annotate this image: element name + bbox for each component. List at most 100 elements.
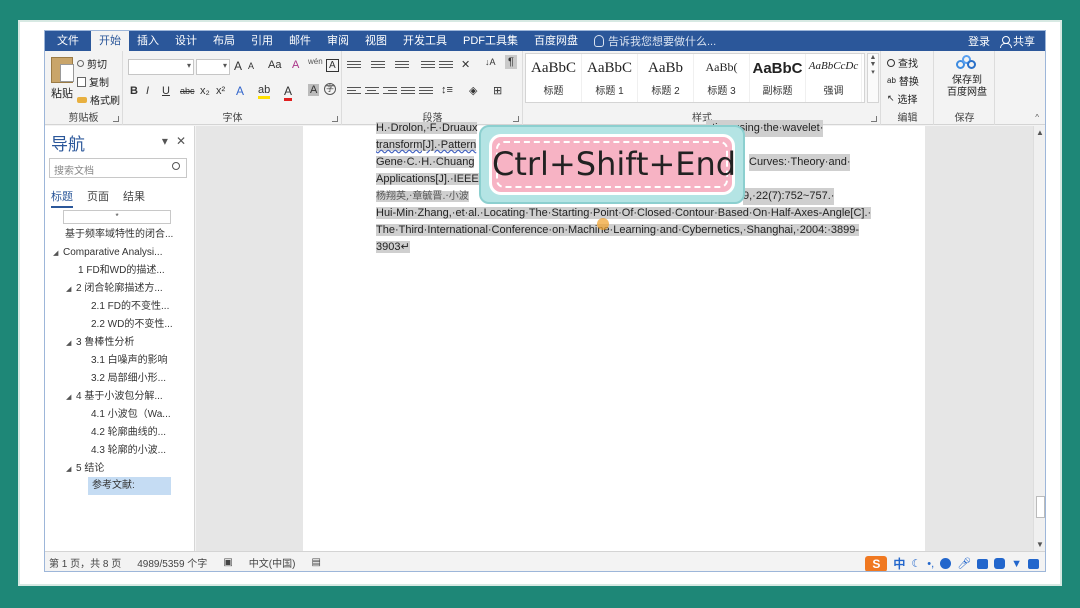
style-heading-3[interactable]: AaBb( 标题 3 <box>694 54 750 102</box>
page-count[interactable]: 第 1 页，共 8 页 <box>45 555 133 570</box>
style-emphasis[interactable]: AaBbCcDc 强调 <box>806 54 862 102</box>
keyboard-icon[interactable] <box>977 558 989 569</box>
collapse-arrow-icon[interactable]: ◢ <box>66 335 76 353</box>
paste-button[interactable]: 粘贴 <box>49 55 75 103</box>
style-subtitle[interactable]: AaBbC 副标题 <box>750 54 806 102</box>
sogou-logo-icon[interactable]: S <box>865 555 888 571</box>
scroll-up-icon[interactable]: ▲ <box>1036 128 1044 137</box>
numbering-icon[interactable] <box>371 59 385 71</box>
find-button[interactable]: 查找 <box>887 55 918 70</box>
distribute-icon[interactable] <box>419 85 433 97</box>
nav-heading[interactable]: 2.2 WD的不变性... <box>91 316 173 334</box>
select-button[interactable]: ↖ 选择 <box>887 91 918 106</box>
line-spacing-icon[interactable]: ↕≡ <box>441 84 453 96</box>
clear-format-button[interactable]: A <box>292 59 299 71</box>
nav-heading[interactable]: 3.2 局部细小形... <box>91 370 166 388</box>
tab-design[interactable]: 设计 <box>167 31 205 51</box>
cut-button[interactable]: 剪切 <box>77 56 107 71</box>
change-case-button[interactable]: Aa <box>268 59 281 71</box>
replace-button[interactable]: ab 替换 <box>887 73 919 88</box>
nav-options-icon[interactable]: ▾ <box>162 134 168 148</box>
tab-mailings[interactable]: 邮件 <box>281 31 319 51</box>
login-link[interactable]: 登录 <box>968 33 990 49</box>
nav-heading[interactable]: 4.2 轮廓曲线的... <box>91 424 166 442</box>
scroll-thumb[interactable] <box>1036 496 1045 518</box>
copy-button[interactable]: 复制 <box>77 74 109 89</box>
tell-me-box[interactable]: 告诉我您想要做什么... <box>586 33 716 49</box>
skin-icon[interactable]: ▼ <box>1011 558 1022 570</box>
vertical-scrollbar[interactable]: ▲ ▼ <box>1033 126 1045 551</box>
strikethrough-button[interactable]: abc <box>180 86 195 96</box>
nav-heading[interactable]: 4.3 轮廓的小波... <box>91 442 166 460</box>
punctuation-icon[interactable]: •, <box>927 558 934 570</box>
bold-button[interactable]: B <box>130 85 138 97</box>
language-status[interactable]: 中文(中国) <box>245 555 308 570</box>
italic-button[interactable]: I <box>146 85 149 97</box>
grid-menu-icon[interactable] <box>1028 558 1039 569</box>
enclose-char-icon[interactable]: 字 <box>324 83 336 95</box>
shading-icon[interactable]: ◈ <box>469 84 477 97</box>
tab-home[interactable]: 开始 <box>91 31 129 51</box>
style-heading-2[interactable]: AaBb 标题 2 <box>638 54 694 102</box>
tab-insert[interactable]: 插入 <box>129 31 167 51</box>
nav-tab-pages[interactable]: 页面 <box>87 188 109 208</box>
tab-baidu-netdisk[interactable]: 百度网盘 <box>526 31 586 51</box>
nav-heading[interactable]: ◢ 5 结论 <box>66 460 104 478</box>
align-left-icon[interactable] <box>347 85 361 97</box>
nav-heading[interactable]: ◢ 2 闭合轮廓描述方... <box>66 280 163 298</box>
tab-layout[interactable]: 布局 <box>205 31 243 51</box>
char-shading-icon[interactable]: A <box>308 84 320 96</box>
subscript-button[interactable]: x₂ <box>200 85 210 97</box>
paragraph-launcher-icon[interactable] <box>513 116 519 122</box>
format-painter-button[interactable]: 格式刷 <box>77 92 120 107</box>
increase-indent-icon[interactable] <box>439 59 453 71</box>
word-count[interactable]: 4989/5359 个字 <box>133 555 219 570</box>
styles-scroll-icon[interactable]: ▲ ▼ ▾ <box>867 53 879 103</box>
nav-tab-results[interactable]: 结果 <box>123 188 145 208</box>
tab-developer[interactable]: 开发工具 <box>395 31 455 51</box>
tab-review[interactable]: 审阅 <box>319 31 357 51</box>
style-heading-1[interactable]: AaBbC 标题 1 <box>582 54 638 102</box>
multilevel-list-icon[interactable] <box>395 59 409 71</box>
collapse-ribbon-icon[interactable]: ^ <box>1035 113 1039 122</box>
grow-font-button[interactable]: A <box>234 59 242 73</box>
emoji-icon[interactable] <box>940 558 952 569</box>
close-icon[interactable]: ✕ <box>176 134 186 148</box>
nav-heading[interactable]: ◢ 3 鲁棒性分析 <box>66 334 134 352</box>
tab-file[interactable]: 文件 <box>45 31 91 51</box>
nav-heading[interactable]: ◢ Comparative Analysi... <box>53 244 163 262</box>
style-title[interactable]: AaBbC 标题 <box>526 54 582 102</box>
clipboard-launcher-icon[interactable] <box>113 116 119 122</box>
nav-heading[interactable]: 2.1 FD的不变性... <box>91 298 169 316</box>
nav-heading[interactable]: 1 FD和WD的描述... <box>78 262 165 280</box>
shrink-font-button[interactable]: A <box>248 61 254 71</box>
macro-record-icon[interactable]: ▤ <box>307 557 332 568</box>
font-launcher-icon[interactable] <box>332 116 338 122</box>
nav-heading[interactable]: 3.1 白噪声的影响 <box>91 352 168 370</box>
nav-heading-selected[interactable]: 参考文献: <box>88 477 171 495</box>
share-button[interactable]: 共享 <box>1000 33 1035 49</box>
chinese-layout-icon[interactable]: ✕ <box>461 58 470 71</box>
scroll-down-icon[interactable]: ▼ <box>1036 540 1044 549</box>
nav-heading[interactable]: 4.1 小波包（Wa... <box>91 406 171 424</box>
tab-references[interactable]: 引用 <box>243 31 281 51</box>
save-to-baidu-button[interactable]: 保存到 百度网盘 <box>945 55 989 99</box>
search-icon[interactable] <box>172 162 180 170</box>
align-center-icon[interactable] <box>365 85 379 97</box>
borders-icon[interactable]: ⊞ <box>493 84 502 97</box>
justify-icon[interactable] <box>401 85 415 97</box>
nav-heading[interactable]: ◢ 4 基于小波包分解... <box>66 388 163 406</box>
align-right-icon[interactable] <box>383 85 397 97</box>
text-effects-icon[interactable]: A <box>236 84 244 98</box>
show-marks-icon[interactable]: ¶ <box>505 55 517 69</box>
collapse-arrow-icon[interactable]: ◢ <box>66 461 76 479</box>
nav-tab-headings[interactable]: 标题 <box>51 188 73 208</box>
superscript-button[interactable]: x² <box>216 85 225 97</box>
toolbox-icon[interactable] <box>994 558 1006 569</box>
nav-heading[interactable]: 基于频率域特性的闭合... <box>65 226 173 244</box>
char-border-button[interactable]: A <box>326 59 339 72</box>
nav-heading-filter[interactable]: * <box>63 210 171 224</box>
ime-mode[interactable]: 中 <box>893 555 905 571</box>
decrease-indent-icon[interactable] <box>421 59 435 71</box>
highlight-icon[interactable]: ab <box>258 84 271 99</box>
